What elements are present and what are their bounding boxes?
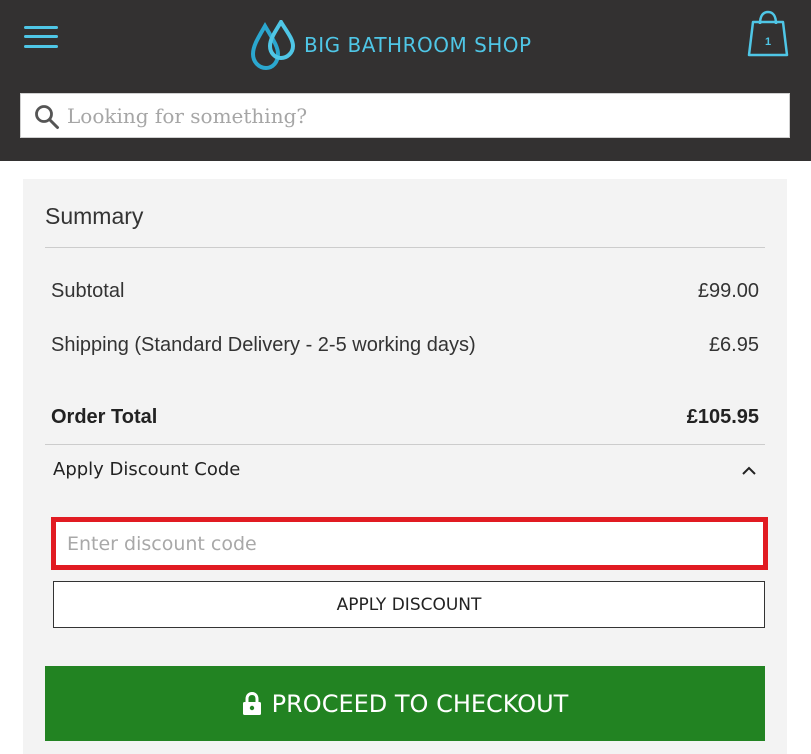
discount-code-toggle[interactable]: Apply Discount Code bbox=[45, 445, 765, 497]
search-icon[interactable] bbox=[34, 104, 60, 130]
chevron-up-icon bbox=[742, 466, 756, 475]
discount-code-field bbox=[51, 517, 768, 570]
order-total-label: Order Total bbox=[51, 406, 158, 428]
subtotal-value: £99.00 bbox=[697, 280, 759, 302]
site-header: BIG BATHROOM SHOP 1 bbox=[0, 0, 811, 161]
subtotal-label: Subtotal bbox=[51, 280, 125, 302]
water-drops-logo-icon bbox=[250, 20, 296, 70]
cart-count-badge: 1 bbox=[764, 36, 772, 48]
discount-toggle-label: Apply Discount Code bbox=[53, 459, 241, 480]
checkout-label: PROCEED TO CHECKOUT bbox=[271, 689, 569, 718]
cart-button[interactable]: 1 bbox=[747, 10, 789, 58]
proceed-to-checkout-button[interactable]: PROCEED TO CHECKOUT bbox=[45, 666, 765, 741]
menu-line bbox=[24, 26, 58, 29]
order-total-value: £105.95 bbox=[686, 406, 759, 428]
apply-discount-button[interactable]: APPLY DISCOUNT bbox=[53, 581, 765, 628]
menu-line bbox=[24, 35, 58, 38]
brand-name: BIG BATHROOM SHOP bbox=[304, 33, 532, 57]
divider bbox=[45, 247, 765, 248]
shipping-label: Shipping (Standard Delivery - 2-5 workin… bbox=[51, 334, 476, 356]
search-input[interactable] bbox=[67, 94, 783, 137]
discount-code-input[interactable] bbox=[56, 522, 763, 565]
menu-line bbox=[24, 45, 58, 48]
shopping-bag-icon bbox=[747, 10, 789, 57]
brand-logo-link[interactable]: BIG BATHROOM SHOP bbox=[250, 20, 532, 70]
search-bar bbox=[20, 93, 790, 138]
menu-button[interactable] bbox=[24, 24, 58, 50]
summary-title: Summary bbox=[45, 203, 144, 229]
lock-icon bbox=[242, 691, 261, 715]
shipping-value: £6.95 bbox=[708, 334, 759, 356]
order-summary-panel: Summary Subtotal £99.00 Shipping (Standa… bbox=[23, 179, 787, 754]
